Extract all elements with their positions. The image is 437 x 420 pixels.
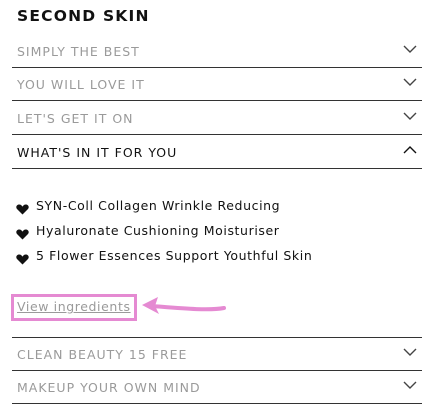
- feature-text: 5 Flower Essences Support Youthful Skin: [36, 248, 313, 263]
- accordion-label: WHAT'S IN IT FOR YOU: [17, 145, 178, 160]
- list-item: SYN-Coll Collagen Wrinkle Reducing: [16, 196, 312, 221]
- chevron-down-icon: [403, 111, 417, 121]
- feature-list: SYN-Coll Collagen Wrinkle Reducing Hyalu…: [16, 196, 312, 271]
- accordion-whats-in-it-for-you[interactable]: WHAT'S IN IT FOR YOU: [12, 136, 422, 169]
- feature-text: Hyaluronate Cushioning Moisturiser: [36, 223, 280, 238]
- accordion-label: CLEAN BEAUTY 15 FREE: [17, 347, 188, 362]
- accordion-label: SIMPLY THE BEST: [17, 44, 140, 59]
- accordion-label: LET'S GET IT ON: [17, 111, 134, 126]
- view-ingredients-link[interactable]: View ingredients: [17, 299, 131, 314]
- accordion-you-will-love-it[interactable]: YOU WILL LOVE IT: [12, 68, 422, 101]
- chevron-down-icon: [403, 380, 417, 390]
- accordion-label: YOU WILL LOVE IT: [17, 77, 145, 92]
- section-title: SECOND SKIN: [17, 7, 150, 25]
- heart-icon: [16, 201, 29, 215]
- chevron-down-icon: [403, 44, 417, 54]
- accordion-simply-the-best[interactable]: SIMPLY THE BEST: [12, 35, 422, 68]
- accordion-makeup-your-own-mind[interactable]: MAKEUP YOUR OWN MIND: [12, 371, 422, 404]
- accordion-label: MAKEUP YOUR OWN MIND: [17, 380, 201, 395]
- accordion-clean-beauty-15-free[interactable]: CLEAN BEAUTY 15 FREE: [12, 337, 422, 371]
- heart-icon: [16, 251, 29, 265]
- accordion-lets-get-it-on[interactable]: LET'S GET IT ON: [12, 102, 422, 135]
- list-item: Hyaluronate Cushioning Moisturiser: [16, 221, 312, 246]
- chevron-down-icon: [403, 347, 417, 357]
- annotation-arrow-icon: [142, 297, 226, 314]
- chevron-down-icon: [403, 77, 417, 87]
- list-item: 5 Flower Essences Support Youthful Skin: [16, 246, 312, 271]
- chevron-up-icon: [403, 145, 417, 155]
- feature-text: SYN-Coll Collagen Wrinkle Reducing: [36, 198, 281, 213]
- heart-icon: [16, 226, 29, 240]
- product-details-panel: SECOND SKIN SIMPLY THE BEST YOU WILL LOV…: [0, 0, 437, 420]
